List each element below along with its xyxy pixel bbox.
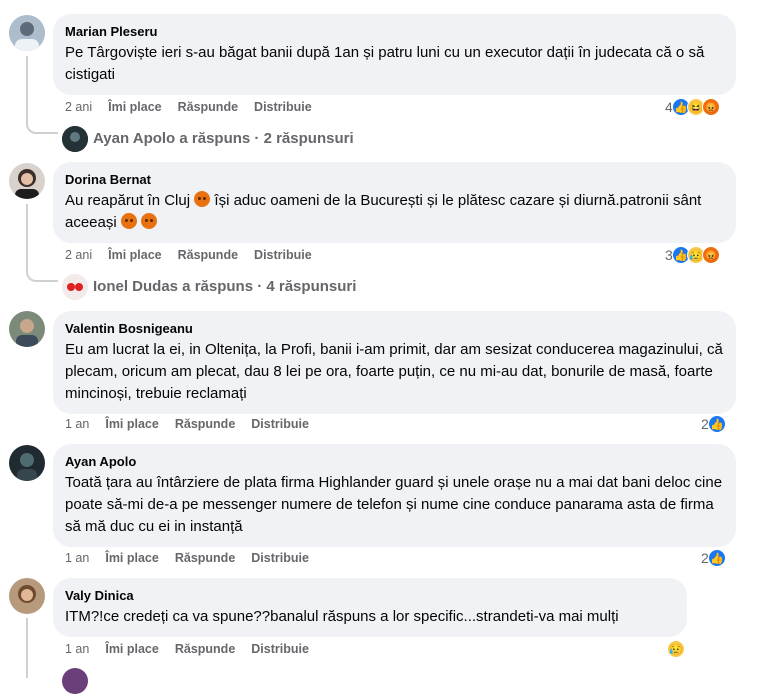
share-button[interactable]: Distribuie: [254, 100, 312, 114]
reply-button[interactable]: Răspunde: [178, 248, 238, 262]
reply-button[interactable]: Răspunde: [175, 642, 235, 656]
comment-text: Eu am lucrat la ei, in Oltenița, la Prof…: [65, 341, 723, 402]
avatar[interactable]: [9, 15, 45, 51]
comment-text: Pe Târgoviște ieri s-au băgat banii după…: [65, 44, 705, 83]
comment-author[interactable]: Valy Dinica: [65, 587, 675, 604]
reply-avatar: [62, 126, 88, 152]
like-reaction-icon: 👍: [707, 549, 726, 567]
avatar[interactable]: [9, 578, 45, 614]
reaction-summary[interactable]: 3 👍 😥 😡: [665, 246, 720, 264]
profile-photo-icon: [9, 163, 45, 199]
share-button[interactable]: Distribuie: [251, 551, 309, 565]
like-button[interactable]: Îmi place: [105, 642, 159, 656]
share-button[interactable]: Distribuie: [251, 642, 309, 656]
reply-avatar: [62, 668, 88, 694]
like-button[interactable]: Îmi place: [108, 100, 162, 114]
avatar[interactable]: [9, 311, 45, 347]
angry-reaction-icon: 😡: [701, 98, 720, 116]
comment-bubble: Valy Dinica ITM?!ce credeți ca va spune?…: [53, 578, 687, 637]
sad-reaction-icon: 😥: [667, 640, 685, 658]
comment-time[interactable]: 1 an: [65, 417, 89, 431]
comment-bubble: Marian Pleseru Pe Târgoviște ieri s-au b…: [53, 14, 736, 95]
reaction-summary[interactable]: 2 👍: [701, 549, 726, 567]
comment-time[interactable]: 1 an: [65, 551, 89, 565]
view-replies-link[interactable]: Ayan Apolo a răspuns · 2 răspunsuri: [93, 130, 354, 147]
profile-photo-icon: [9, 578, 45, 614]
comment-author[interactable]: Ayan Apolo: [65, 453, 724, 470]
comment-bubble: Dorina Bernat Au reapărut în Cluj își ad…: [53, 162, 736, 243]
avatar[interactable]: [9, 163, 45, 199]
reply-button[interactable]: Răspunde: [178, 100, 238, 114]
profile-photo-icon: [62, 126, 88, 152]
reaction-summary[interactable]: 4 👍 😆 😡: [665, 98, 720, 116]
like-button[interactable]: Îmi place: [105, 417, 159, 431]
reply-avatar: [62, 274, 88, 300]
comment-actions: 2 ani Îmi place Răspunde Distribuie: [65, 248, 312, 262]
comment-actions: 1 an Îmi place Răspunde Distribuie: [65, 551, 309, 565]
like-button[interactable]: Îmi place: [105, 551, 159, 565]
like-reaction-icon: 👍: [707, 415, 726, 433]
avatar[interactable]: [9, 445, 45, 481]
comment-time[interactable]: 1 an: [65, 642, 89, 656]
like-button[interactable]: Îmi place: [108, 248, 162, 262]
reaction-summary[interactable]: 2 👍: [701, 415, 726, 433]
comment-author[interactable]: Valentin Bosnigeanu: [65, 320, 724, 337]
angry-emoji-icon: [120, 213, 137, 229]
reply-button[interactable]: Răspunde: [175, 417, 235, 431]
reaction-summary[interactable]: 😥: [667, 640, 685, 658]
comment-time[interactable]: 2 ani: [65, 100, 92, 114]
share-button[interactable]: Distribuie: [251, 417, 309, 431]
thread-connector: [26, 268, 58, 282]
comment-text-part: Au reapărut în Cluj: [65, 192, 195, 209]
comment-bubble: Valentin Bosnigeanu Eu am lucrat la ei, …: [53, 311, 736, 414]
comment-actions: 1 an Îmi place Răspunde Distribuie: [65, 417, 309, 431]
comment-text: Au reapărut în Cluj își aduc oameni de l…: [65, 190, 724, 234]
profile-photo-icon: [62, 274, 88, 300]
comment-time[interactable]: 2 ani: [65, 248, 92, 262]
comment-actions: 2 ani Îmi place Răspunde Distribuie: [65, 100, 312, 114]
angry-emoji-icon: [194, 191, 211, 207]
profile-photo-icon: [9, 15, 45, 51]
reply-button[interactable]: Răspunde: [175, 551, 235, 565]
comment-text: Toată țara au întârziere de plata firma …: [65, 474, 723, 535]
comment-author[interactable]: Marian Pleseru: [65, 23, 724, 40]
comment-text: ITM?!ce credeți ca va spune??banalul răs…: [65, 608, 619, 625]
angry-reaction-icon: 😡: [701, 246, 720, 264]
profile-photo-icon: [9, 311, 45, 347]
comment-author[interactable]: Dorina Bernat: [65, 171, 724, 188]
thread-connector: [26, 120, 58, 134]
comment-bubble: Ayan Apolo Toată țara au întârziere de p…: [53, 444, 736, 547]
thread-line: [26, 204, 28, 270]
thread-line: [26, 618, 28, 678]
thread-line: [26, 56, 28, 122]
profile-photo-icon: [9, 445, 45, 481]
view-replies-link[interactable]: Ionel Dudas a răspuns · 4 răspunsuri: [93, 278, 356, 295]
comment-actions: 1 an Îmi place Răspunde Distribuie: [65, 642, 309, 656]
angry-emoji-icon: [141, 213, 158, 229]
share-button[interactable]: Distribuie: [254, 248, 312, 262]
